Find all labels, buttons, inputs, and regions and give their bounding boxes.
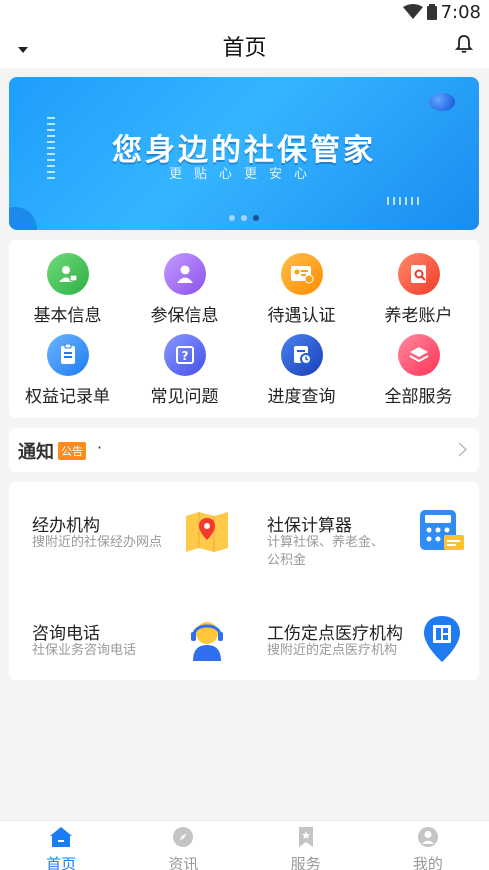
pagination-dot-active[interactable]: [253, 215, 259, 221]
notice-text: ·: [97, 438, 103, 457]
service-agency[interactable]: 经办机构 搜附近的社保经办网点: [9, 482, 244, 581]
bottom-tab-bar: 首页 资讯 服务 我的: [0, 820, 489, 870]
banner-pagination: [9, 215, 479, 221]
pagination-dot[interactable]: [241, 215, 247, 221]
banner-decoration: [387, 197, 421, 205]
service-desc: 搜附近的定点医疗机构: [267, 643, 398, 658]
question-icon: ?: [163, 334, 206, 376]
notice-bar[interactable]: 通知 公告 ·: [9, 428, 479, 472]
service-name: 经办机构: [32, 516, 100, 536]
service-desc: 计算社保、养老金、 公积金: [267, 535, 385, 568]
tab-label: 我的: [412, 855, 443, 870]
progress-icon: [280, 334, 323, 376]
promo-banner[interactable]: 您身边的社保管家 更贴心更安心: [9, 77, 479, 230]
page-title: 首页: [222, 36, 267, 61]
service-calculator[interactable]: 社保计算器 计算社保、养老金、 公积金: [244, 482, 479, 581]
service-label: 权益记录单: [25, 387, 110, 407]
service-name: 咨询电话: [32, 624, 100, 644]
service-rights-record[interactable]: 权益记录单: [9, 321, 126, 407]
account-search-icon: [397, 253, 440, 295]
tab-label: 服务: [290, 855, 321, 870]
compass-icon: [173, 827, 194, 847]
id-card-check-icon: [280, 253, 323, 295]
chevron-right-icon: [458, 442, 467, 457]
pagination-dot[interactable]: [229, 215, 235, 221]
home-icon: [50, 827, 73, 847]
service-name: 工伤定点医疗机构: [267, 624, 403, 644]
svg-text:?: ?: [181, 349, 188, 363]
tab-services[interactable]: 服务: [245, 821, 367, 870]
calculator-icon: [417, 504, 467, 558]
service-desc: 社保业务咨询电话: [32, 643, 137, 658]
headset-agent-icon: [182, 612, 232, 666]
map-pin-icon: [182, 504, 232, 558]
notice-title: 通知: [18, 442, 54, 463]
tab-label: 资讯: [168, 855, 199, 870]
service-basic-info[interactable]: 基本信息: [9, 240, 126, 326]
tab-news[interactable]: 资讯: [122, 821, 244, 870]
tab-mine[interactable]: 我的: [367, 821, 489, 870]
battery-icon: [426, 4, 437, 20]
banner-subtitle: 更贴心更安心: [168, 167, 319, 182]
service-faq[interactable]: ? 常见问题: [126, 321, 243, 407]
service-progress[interactable]: 进度查询: [243, 321, 360, 407]
service-injury-hospital[interactable]: 工伤定点医疗机构 搜附近的定点医疗机构: [244, 590, 479, 689]
user-card-icon: [46, 253, 89, 295]
service-label: 全部服务: [384, 387, 453, 407]
service-desc: 搜附近的社保经办网点: [32, 535, 163, 550]
hospital-pin-icon: [417, 612, 467, 666]
service-cards: 经办机构 搜附近的社保经办网点 社保计算器 计算社保、养老金、 公积金 咨询电话 …: [9, 482, 479, 680]
status-time: 7:08: [440, 1, 481, 23]
status-bar: 7:08: [0, 0, 489, 24]
app-bar: 首页: [0, 24, 489, 68]
service-benefit-auth[interactable]: 待遇认证: [243, 240, 360, 326]
service-label: 常见问题: [150, 387, 219, 407]
service-name: 社保计算器: [267, 516, 352, 536]
notification-button[interactable]: [454, 34, 474, 58]
service-all[interactable]: 全部服务: [360, 321, 477, 407]
wifi-icon: [402, 4, 423, 19]
service-pension-account[interactable]: 养老账户: [360, 240, 477, 326]
service-label: 进度查询: [267, 387, 336, 407]
person-icon: [163, 253, 206, 295]
bell-icon: [454, 35, 474, 53]
clipboard-icon: [46, 334, 89, 376]
notice-tag: 公告: [58, 442, 86, 460]
status-icons: 7:08: [402, 0, 481, 24]
bookmark-icon: [298, 827, 313, 847]
quick-services-grid: 基本信息 参保信息 待遇认证 养老账户 权益记录单 ? 常见问题 进度查询 全部…: [9, 240, 479, 418]
banner-decoration: [429, 93, 455, 111]
service-insured-info[interactable]: 参保信息: [126, 240, 243, 326]
profile-icon: [417, 827, 438, 847]
service-hotline[interactable]: 咨询电话 社保业务咨询电话: [9, 590, 244, 689]
tab-label: 首页: [46, 855, 77, 870]
tab-home[interactable]: 首页: [0, 821, 122, 870]
layers-icon: [397, 334, 440, 376]
